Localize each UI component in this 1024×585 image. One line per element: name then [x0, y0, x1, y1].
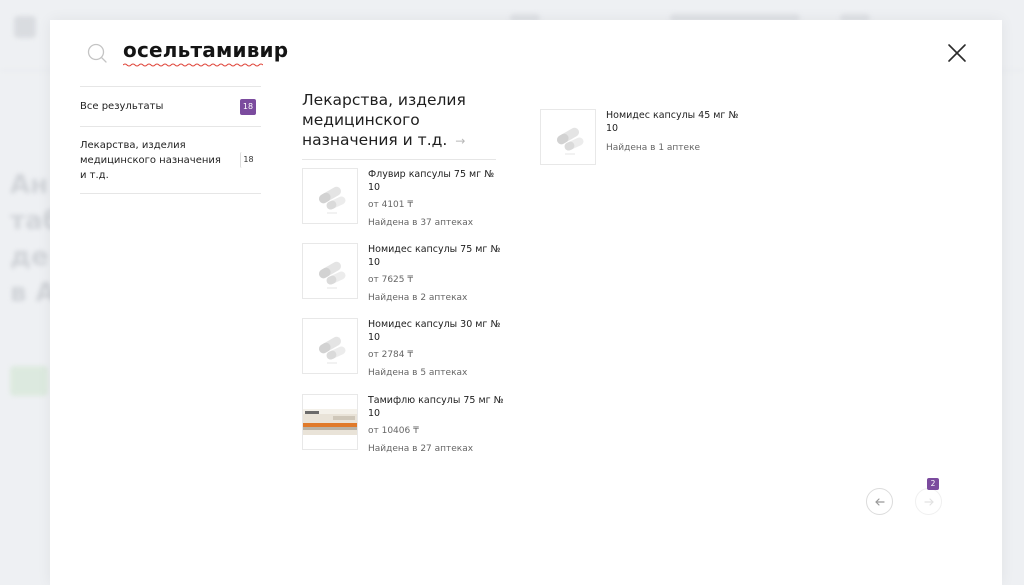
filter-label: Лекарства, изделия медицинского назначен…: [80, 140, 221, 181]
product-card[interactable]: Флувир капсулы 75 мг № 10 от 4101 ₸ Найд…: [302, 168, 512, 228]
page-count-badge: 2: [927, 478, 939, 490]
capsule-image: [319, 336, 346, 364]
category-title: Лекарства, изделия медицинского назначен…: [302, 91, 466, 149]
product-card[interactable]: Номидес капсулы 75 мг № 10 от 7625 ₸ Най…: [302, 243, 512, 303]
product-availability: Найдена в 5 аптеках: [368, 368, 468, 378]
search-input[interactable]: осельтамивир: [123, 38, 289, 67]
arrow-right-icon: →: [455, 134, 466, 148]
product-price: от 7625 ₸: [368, 275, 414, 285]
capsule-image: [557, 127, 584, 155]
product-image: [302, 318, 358, 374]
product-name: Номидес капсулы 75 мг № 10: [368, 244, 501, 268]
next-page-button[interactable]: [915, 488, 942, 515]
search-modal: осельтамивир Все результаты 18 Лекарства…: [50, 20, 1002, 585]
previous-page-button[interactable]: [866, 488, 893, 515]
product-image: [302, 168, 358, 224]
capsule-image: [319, 186, 346, 214]
close-icon[interactable]: [946, 42, 968, 64]
product-price: от 4101 ₸: [368, 200, 414, 210]
product-availability: Найдена в 1 аптеке: [606, 143, 701, 153]
product-name: Номидес капсулы 45 мг № 10: [606, 110, 739, 134]
category-title-link[interactable]: Лекарства, изделия медицинского назначен…: [302, 90, 496, 151]
product-availability: Найдена в 2 аптеках: [368, 293, 468, 303]
background-logo: [14, 16, 36, 38]
product-image: [302, 243, 358, 299]
product-name: Тамифлю капсулы 75 мг № 10: [368, 395, 504, 419]
product-card[interactable]: Номидес капсулы 45 мг № 10 Найдена в 1 а…: [540, 109, 750, 169]
background-button: [10, 366, 48, 396]
product-price: от 10406 ₸: [368, 426, 419, 436]
filter-label: Все результаты: [80, 101, 164, 112]
product-availability: Найдена в 27 аптеках: [368, 444, 474, 454]
background-heading: де: [10, 242, 49, 272]
arrow-right-icon: [924, 498, 934, 506]
product-card[interactable]: Номидес капсулы 30 мг № 10 от 2784 ₸ Най…: [302, 318, 512, 378]
background-heading: в А: [10, 278, 56, 308]
spellcheck-underline: [123, 63, 263, 67]
divider: [302, 159, 496, 160]
results-filter-list: Все результаты 18 Лекарства, изделия мед…: [80, 86, 261, 194]
search-query: осельтамивир: [123, 38, 289, 62]
medicine-box-image: [303, 409, 357, 435]
arrow-left-icon: [875, 498, 885, 506]
product-card[interactable]: Тамифлю капсулы 75 мг № 10 от 10406 ₸ На…: [302, 394, 512, 454]
background-heading: Ан: [10, 170, 49, 200]
category-section: Лекарства, изделия медицинского назначен…: [302, 90, 496, 160]
capsule-image: [319, 261, 346, 289]
filter-all-results[interactable]: Все результаты 18: [80, 86, 261, 126]
filter-medicines[interactable]: Лекарства, изделия медицинского назначен…: [80, 126, 261, 194]
count-badge: 18: [240, 152, 256, 168]
product-price: от 2784 ₸: [368, 350, 414, 360]
search-icon: [87, 43, 107, 63]
count-badge: 18: [240, 99, 256, 115]
product-availability: Найдена в 37 аптеках: [368, 218, 474, 228]
product-name: Номидес капсулы 30 мг № 10: [368, 319, 501, 343]
product-image: [302, 394, 358, 450]
product-name: Флувир капсулы 75 мг № 10: [368, 169, 495, 193]
product-image: [540, 109, 596, 165]
